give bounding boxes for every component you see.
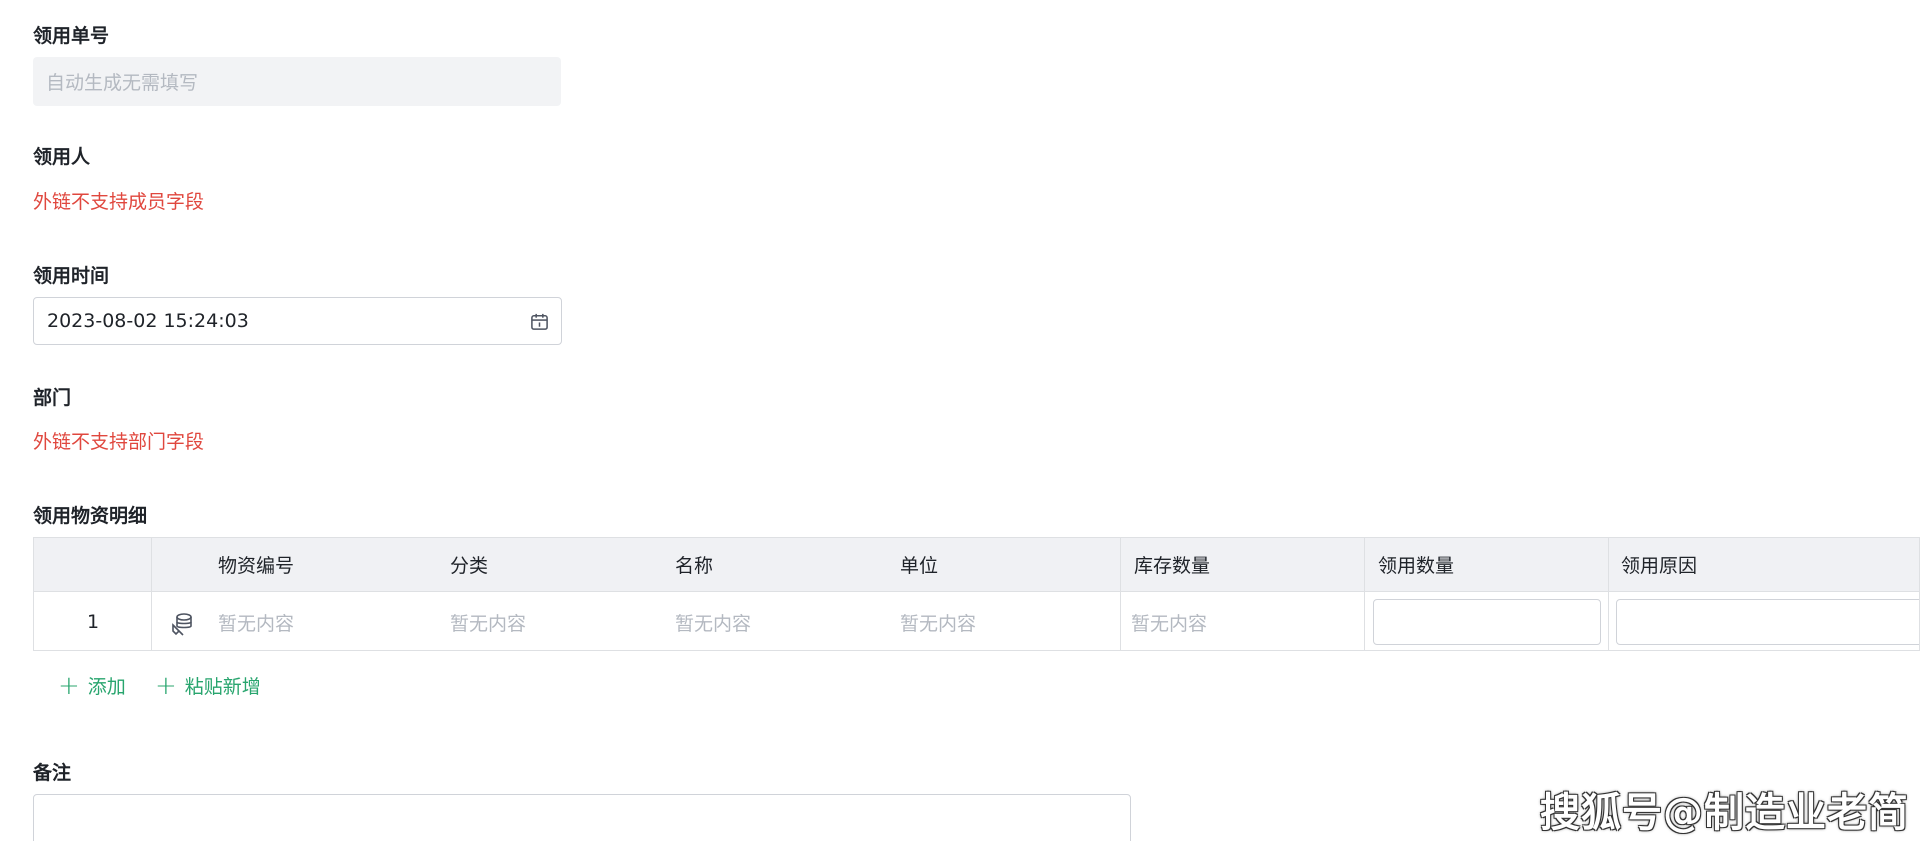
time-input[interactable]: 2023-08-02 15:24:03 (33, 297, 562, 345)
details-label: 领用物资明细 (33, 505, 148, 527)
column-divider (1608, 538, 1609, 650)
recipient-label: 领用人 (33, 146, 91, 168)
recipient-notice: 外链不支持成员字段 (33, 191, 205, 213)
cell-name: 暂无内容 (675, 612, 752, 635)
column-header-stock: 库存数量 (1134, 555, 1211, 577)
order-no-input: 自动生成无需填写 (33, 57, 561, 106)
column-divider (1364, 538, 1365, 650)
column-header-category: 分类 (450, 555, 489, 577)
form-page: 领用单号 自动生成无需填写 领用人 外链不支持成员字段 领用时间 2023-08… (0, 0, 1920, 841)
remark-label: 备注 (33, 762, 72, 784)
order-no-label: 领用单号 (33, 25, 110, 47)
time-label: 领用时间 (33, 265, 110, 287)
add-row-button[interactable]: + 添加 (58, 672, 126, 699)
cell-stock: 暂无内容 (1131, 612, 1208, 635)
order-no-placeholder: 自动生成无需填写 (46, 72, 199, 94)
calendar-icon[interactable] (530, 312, 549, 331)
time-value: 2023-08-02 15:24:03 (47, 310, 249, 332)
column-header-unit: 单位 (900, 555, 939, 577)
remark-textarea[interactable] (33, 794, 1131, 841)
add-row-label: 添加 (87, 676, 126, 698)
department-label: 部门 (33, 387, 72, 409)
cell-unit: 暂无内容 (900, 612, 977, 635)
paste-add-label: 粘贴新增 (184, 676, 261, 698)
select-material-icon[interactable] (170, 611, 196, 637)
column-header-reason: 领用原因 (1621, 555, 1698, 577)
details-table: 物资编号 分类 名称 单位 库存数量 领用数量 领用原因 1 暂无内容 暂无内容… (33, 537, 1920, 651)
column-header-quantity: 领用数量 (1378, 555, 1455, 577)
cell-code: 暂无内容 (218, 612, 295, 635)
quantity-input[interactable] (1373, 599, 1601, 645)
watermark-text: 搜狐号@制造业老简 (1540, 790, 1909, 836)
column-divider (151, 538, 152, 650)
paste-add-button[interactable]: + 粘贴新增 (155, 672, 261, 699)
column-header-code: 物资编号 (218, 555, 295, 577)
plus-icon: + (58, 670, 80, 701)
column-header-name: 名称 (675, 555, 714, 577)
cell-category: 暂无内容 (450, 612, 527, 635)
plus-icon: + (155, 670, 177, 701)
reason-input[interactable] (1616, 599, 1919, 645)
row-index: 1 (87, 611, 100, 633)
department-notice: 外链不支持部门字段 (33, 431, 205, 453)
column-divider (1120, 538, 1121, 650)
